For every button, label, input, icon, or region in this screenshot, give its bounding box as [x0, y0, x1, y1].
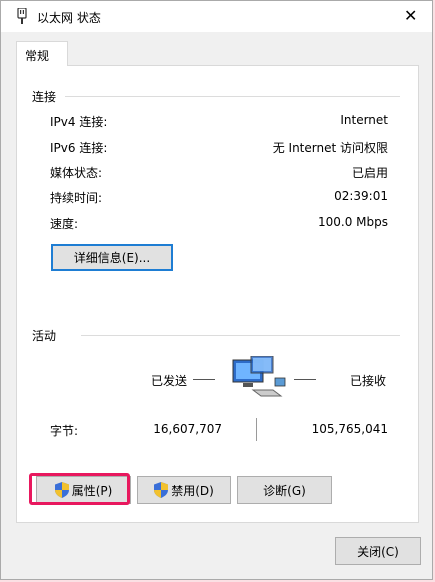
bytes-received-value: 105,765,041 — [311, 422, 388, 436]
ipv4-value: Internet — [340, 113, 388, 127]
tab-general[interactable]: 常规 — [16, 41, 68, 66]
ipv4-label: IPv4 连接: — [50, 115, 108, 129]
window-title: 以太网 状态 — [37, 11, 101, 25]
received-connector-line — [294, 379, 316, 380]
ethernet-status-dialog: 以太网 状态 ✕ 常规 连接 IPv4 连接: Internet IPv6 连接… — [0, 0, 433, 580]
ipv6-value: 无 Internet 访问权限 — [272, 141, 388, 155]
sent-label: 已发送 — [151, 374, 188, 388]
speed-label: 速度: — [50, 217, 79, 231]
media-state-label: 媒体状态: — [50, 166, 103, 180]
bytes-sent-value: 16,607,707 — [153, 422, 222, 436]
network-computers-icon — [232, 356, 286, 397]
speed-value: 100.0 Mbps — [317, 215, 388, 229]
properties-highlight-box — [29, 473, 130, 505]
close-button[interactable]: 关闭(C) — [335, 537, 421, 565]
disable-button[interactable]: 禁用(D) — [137, 476, 231, 504]
general-panel: 连接 IPv4 连接: Internet IPv6 连接: 无 Internet… — [16, 65, 419, 523]
received-label: 已接收 — [350, 374, 387, 388]
bytes-separator — [256, 418, 257, 441]
activity-group-divider — [81, 335, 400, 336]
diagnose-button[interactable]: 诊断(G) — [237, 476, 332, 504]
duration-value: 02:39:01 — [334, 189, 388, 203]
activity-group-label: 活动 — [32, 329, 57, 343]
uac-shield-icon — [154, 482, 169, 498]
tab-general-label: 常规 — [25, 49, 50, 63]
duration-label: 持续时间: — [50, 191, 103, 205]
disable-button-label: 禁用(D) — [171, 483, 214, 498]
connection-group-divider — [65, 96, 400, 97]
sent-connector-line — [193, 379, 215, 380]
ipv6-label: IPv6 连接: — [50, 141, 108, 155]
details-button[interactable]: 详细信息(E)... — [51, 244, 173, 271]
title-bar: 以太网 状态 ✕ — [1, 1, 432, 32]
close-window-button[interactable]: ✕ — [404, 6, 417, 25]
network-adapter-icon — [17, 8, 27, 24]
media-state-value: 已启用 — [351, 166, 388, 180]
connection-group-label: 连接 — [32, 90, 57, 104]
bytes-label: 字节: — [50, 424, 79, 438]
